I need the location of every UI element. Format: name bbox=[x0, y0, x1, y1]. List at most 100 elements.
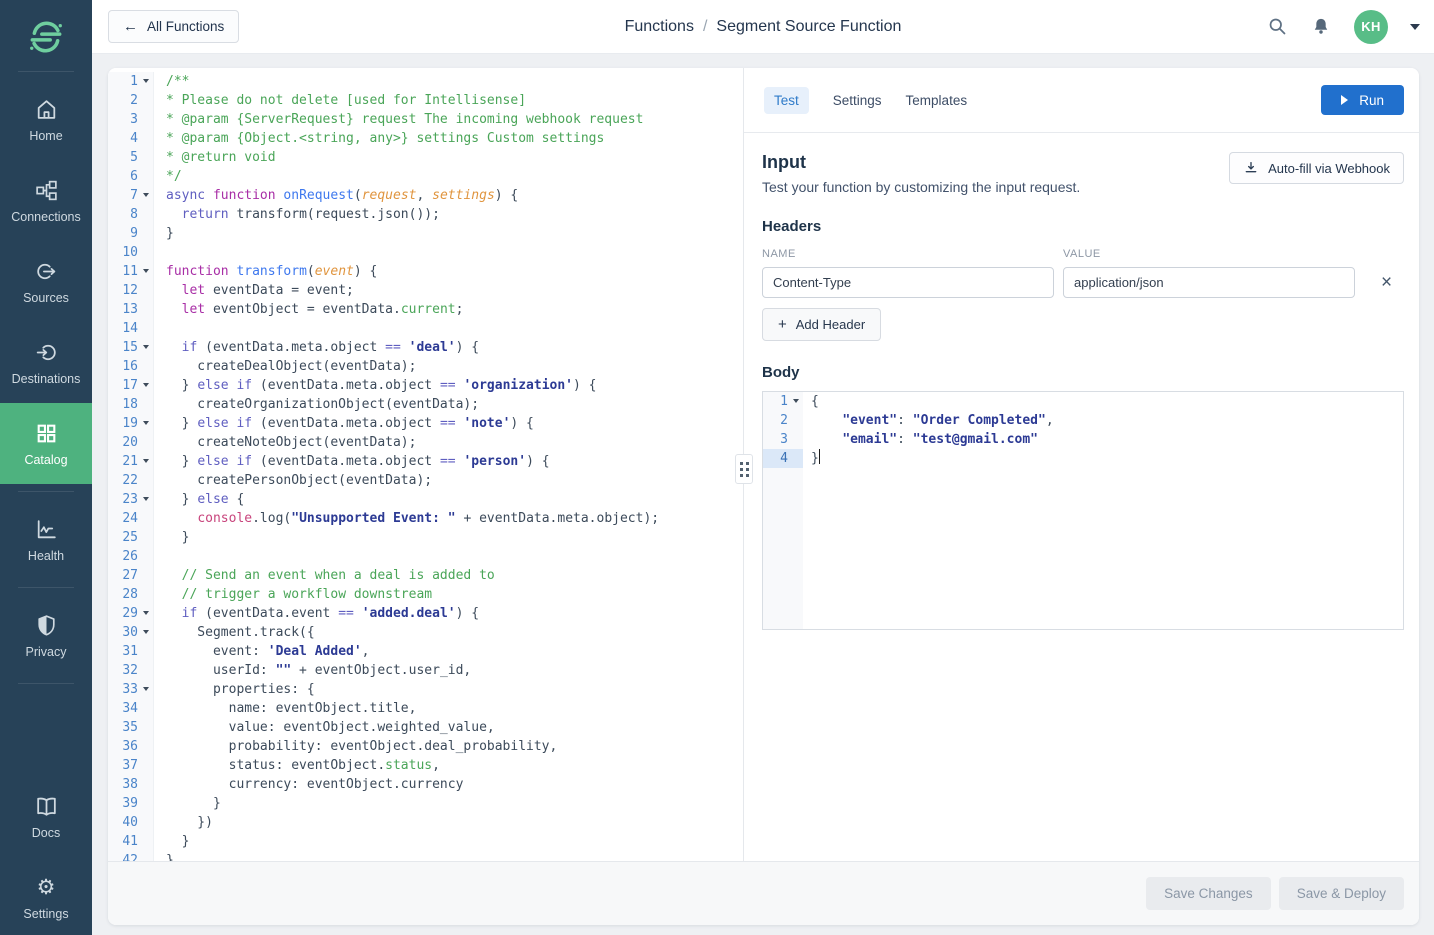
code-line[interactable]: name: eventObject.title, bbox=[166, 699, 743, 718]
code-line[interactable]: createOrganizationObject(eventData); bbox=[166, 395, 743, 414]
autofill-via-webhook-button[interactable]: Auto-fill via Webhook bbox=[1229, 152, 1404, 184]
code-line[interactable]: value: eventObject.weighted_value, bbox=[166, 718, 743, 737]
sidebar-item-connections[interactable]: Connections bbox=[0, 160, 92, 241]
code-line[interactable]: * Please do not delete [used for Intelli… bbox=[166, 91, 743, 110]
code-line[interactable]: } bbox=[166, 832, 743, 851]
sidebar-divider bbox=[18, 71, 74, 72]
fold-arrow-icon[interactable] bbox=[143, 269, 149, 273]
fold-arrow-icon[interactable] bbox=[143, 383, 149, 387]
fold-arrow-icon[interactable] bbox=[143, 421, 149, 425]
line-number: 32 bbox=[108, 661, 153, 680]
code-line[interactable]: "email": "test@gmail.com" bbox=[811, 430, 1403, 449]
code-line[interactable]: } else if (eventData.meta.object == 'per… bbox=[166, 452, 743, 471]
sidebar-item-health[interactable]: Health bbox=[0, 499, 92, 580]
sidebar-item-sources[interactable]: Sources bbox=[0, 241, 92, 322]
code-line[interactable]: { bbox=[811, 392, 1403, 411]
sidebar-item-destinations[interactable]: Destinations bbox=[0, 322, 92, 403]
fold-arrow-icon[interactable] bbox=[143, 193, 149, 197]
connections-icon bbox=[33, 177, 59, 203]
code-line[interactable]: async function onRequest(request, settin… bbox=[166, 186, 743, 205]
header-value-input[interactable] bbox=[1063, 267, 1355, 298]
save-changes-button[interactable]: Save Changes bbox=[1146, 877, 1271, 910]
run-button[interactable]: Run bbox=[1321, 85, 1404, 115]
code-line[interactable]: } bbox=[811, 449, 1403, 468]
code-line[interactable]: event: 'Deal Added', bbox=[166, 642, 743, 661]
code-line[interactable]: probability: eventObject.deal_probabilit… bbox=[166, 737, 743, 756]
code-line[interactable]: let eventObject = eventData.current; bbox=[166, 300, 743, 319]
segment-logo-icon[interactable] bbox=[0, 0, 92, 64]
code-line[interactable]: } bbox=[166, 224, 743, 243]
code-line[interactable]: } else if (eventData.meta.object == 'org… bbox=[166, 376, 743, 395]
fold-arrow-icon[interactable] bbox=[143, 611, 149, 615]
code-line[interactable]: } bbox=[166, 794, 743, 813]
add-header-button[interactable]: + Add Header bbox=[762, 308, 881, 341]
panel-resize-handle[interactable] bbox=[735, 454, 753, 484]
code-line[interactable]: // Send an event when a deal is added to bbox=[166, 566, 743, 585]
code-editor[interactable]: 1234567891011121314151617181920212223242… bbox=[108, 68, 744, 861]
fold-arrow-icon[interactable] bbox=[793, 399, 799, 403]
all-functions-back-button[interactable]: ← All Functions bbox=[108, 10, 239, 43]
code-line[interactable]: * @param {ServerRequest} request The inc… bbox=[166, 110, 743, 129]
fold-arrow-icon[interactable] bbox=[143, 630, 149, 634]
sidebar-item-settings[interactable]: ⚙Settings bbox=[0, 857, 92, 935]
code-line[interactable]: currency: eventObject.currency bbox=[166, 775, 743, 794]
code-line[interactable]: console.log("Unsupported Event: " + even… bbox=[166, 509, 743, 528]
code-line[interactable]: userId: "" + eventObject.user_id, bbox=[166, 661, 743, 680]
sidebar-item-docs[interactable]: Docs bbox=[0, 776, 92, 857]
sidebar-item-privacy[interactable]: Privacy bbox=[0, 595, 92, 676]
notifications-bell-icon[interactable] bbox=[1310, 16, 1332, 38]
code-line[interactable]: } bbox=[166, 851, 743, 861]
fold-arrow-icon[interactable] bbox=[143, 459, 149, 463]
remove-header-icon[interactable]: × bbox=[1381, 273, 1392, 292]
card-footer: Save Changes Save & Deploy bbox=[108, 861, 1419, 925]
tab-templates[interactable]: Templates bbox=[906, 87, 968, 114]
code-line[interactable]: /** bbox=[166, 72, 743, 91]
fold-arrow-icon[interactable] bbox=[143, 687, 149, 691]
code-line[interactable]: } else { bbox=[166, 490, 743, 509]
code-line[interactable]: return transform(request.json()); bbox=[166, 205, 743, 224]
code-line[interactable] bbox=[166, 243, 743, 262]
account-menu-caret-icon[interactable] bbox=[1410, 24, 1420, 30]
code-line[interactable]: let eventData = event; bbox=[166, 281, 743, 300]
test-panel: Test Settings Templates Run Input bbox=[744, 68, 1419, 861]
body-json-editor[interactable]: 1234{ "event": "Order Completed", "email… bbox=[762, 391, 1404, 630]
code-line[interactable]: // trigger a workflow downstream bbox=[166, 585, 743, 604]
code-line[interactable] bbox=[166, 547, 743, 566]
code-line[interactable]: createDealObject(eventData); bbox=[166, 357, 743, 376]
code-line[interactable]: createPersonObject(eventData); bbox=[166, 471, 743, 490]
code-line[interactable]: status: eventObject.status, bbox=[166, 756, 743, 775]
code-line[interactable]: properties: { bbox=[166, 680, 743, 699]
line-number: 13 bbox=[108, 300, 153, 319]
sidebar-item-catalog[interactable]: Catalog bbox=[0, 403, 92, 484]
editor-code-area[interactable]: /*** Please do not delete [used for Inte… bbox=[154, 72, 743, 861]
line-number: 11 bbox=[108, 262, 153, 281]
fold-arrow-icon[interactable] bbox=[143, 79, 149, 83]
fold-arrow-icon[interactable] bbox=[143, 345, 149, 349]
header-name-column-label: NAME bbox=[762, 248, 1054, 260]
search-icon[interactable] bbox=[1267, 16, 1288, 37]
breadcrumb-functions[interactable]: Functions bbox=[625, 18, 694, 36]
breadcrumb-current: Segment Source Function bbox=[716, 18, 901, 36]
tab-settings[interactable]: Settings bbox=[833, 87, 882, 114]
code-line[interactable]: createNoteObject(eventData); bbox=[166, 433, 743, 452]
tab-test[interactable]: Test bbox=[764, 87, 809, 114]
code-line[interactable]: function transform(event) { bbox=[166, 262, 743, 281]
code-line[interactable]: if (eventData.event == 'added.deal') { bbox=[166, 604, 743, 623]
code-line[interactable]: Segment.track({ bbox=[166, 623, 743, 642]
code-line[interactable]: }) bbox=[166, 813, 743, 832]
code-line[interactable] bbox=[166, 319, 743, 338]
code-line[interactable]: "event": "Order Completed", bbox=[811, 411, 1403, 430]
code-line[interactable]: * @return void bbox=[166, 148, 743, 167]
user-avatar[interactable]: KH bbox=[1354, 10, 1388, 44]
fold-arrow-icon[interactable] bbox=[143, 497, 149, 501]
code-line[interactable]: } bbox=[166, 528, 743, 547]
code-line[interactable]: */ bbox=[166, 167, 743, 186]
code-line[interactable]: } else if (eventData.meta.object == 'not… bbox=[166, 414, 743, 433]
code-line[interactable]: * @param {Object.<string, any>} settings… bbox=[166, 129, 743, 148]
code-line[interactable]: if (eventData.meta.object == 'deal') { bbox=[166, 338, 743, 357]
editor-code-area[interactable]: { "event": "Order Completed", "email": "… bbox=[803, 392, 1403, 629]
main-column: ← All Functions Functions / Segment Sour… bbox=[92, 0, 1434, 935]
header-name-input[interactable] bbox=[762, 267, 1054, 298]
save-and-deploy-button[interactable]: Save & Deploy bbox=[1279, 877, 1404, 910]
sidebar-item-home[interactable]: Home bbox=[0, 79, 92, 160]
